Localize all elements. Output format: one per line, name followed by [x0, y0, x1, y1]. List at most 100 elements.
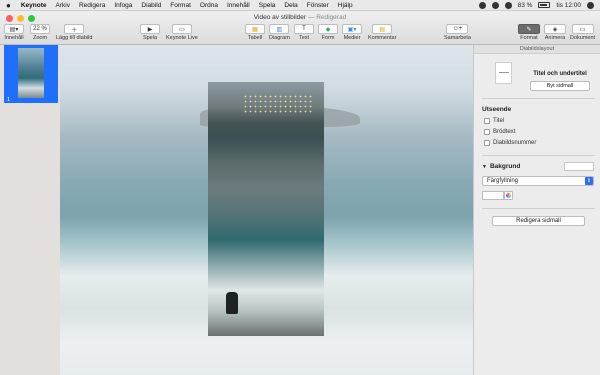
spotlight-icon[interactable] — [587, 1, 594, 9]
text-button[interactable]: T Text — [294, 24, 314, 41]
format-inspector: Diabildslayout Titel och undertitel Byt … — [473, 45, 600, 375]
document-status: — Redigerad — [307, 14, 347, 21]
document-button[interactable]: ▭ Dokument — [570, 24, 595, 41]
change-master-button[interactable]: Byt sidmall — [530, 81, 590, 91]
comment-icon: ▤ — [372, 24, 393, 34]
background-title: Bakgrund — [489, 163, 521, 170]
animate-label: Animera — [544, 35, 566, 41]
format-label: Format — [520, 35, 538, 41]
menu-redigera[interactable]: Redigera — [79, 2, 105, 9]
toolbar: Video av stillbilder — Redigerad ▤▾ Inne… — [0, 11, 600, 45]
table-label: Tabell — [247, 35, 263, 41]
apple-menu-icon[interactable]: ● — [6, 1, 11, 10]
plus-icon: ＋ — [64, 24, 85, 34]
appearance-title: Utseende — [482, 106, 512, 113]
slide-navigator: 1 — [0, 45, 60, 375]
fill-type-value: Färgfyllning — [487, 178, 519, 184]
paintbrush-icon: ✎ — [518, 24, 540, 34]
slide-number: 1 — [7, 97, 11, 103]
record-icon[interactable] — [478, 1, 486, 9]
chart-icon: ▥ — [269, 24, 290, 34]
zoom-label: Zoom — [32, 35, 48, 41]
animate-button[interactable]: ◈ Animera — [544, 24, 566, 41]
sidebar-icon: ▤▾ — [4, 24, 24, 34]
color-wheel-icon — [506, 193, 511, 198]
menu-innehall[interactable]: Innehåll — [227, 2, 250, 9]
slide-number-checkbox-row[interactable]: Diabildsnummer — [484, 140, 536, 146]
clock[interactable]: tis 12:00 — [556, 2, 581, 9]
menu-format[interactable]: Format — [170, 2, 191, 9]
window-title: Video av stillbilder — Redigerad — [0, 14, 600, 21]
slide-number-checkbox[interactable] — [484, 140, 490, 146]
view-label: Innehåll — [4, 35, 24, 41]
slide-canvas[interactable] — [60, 45, 473, 375]
comment-button[interactable]: ▤ Kommentar — [368, 24, 396, 41]
zoom-value: 22 % — [30, 24, 50, 34]
play-label: Spela — [142, 35, 158, 41]
title-checkbox[interactable] — [484, 118, 490, 124]
play-icon: ▶ — [140, 24, 160, 34]
menu-hjalp[interactable]: Hjälp — [338, 2, 353, 9]
menu-fonster[interactable]: Fönster — [307, 2, 329, 9]
menu-ordna[interactable]: Ordna — [200, 2, 218, 9]
menu-diabild[interactable]: Diabild — [141, 2, 161, 9]
add-slide-label: Lägg till diabild — [56, 35, 93, 41]
body-checkbox-row[interactable]: Brödtext — [484, 129, 515, 135]
media-icon: ▣▾ — [342, 24, 362, 34]
fill-color-well[interactable] — [482, 191, 504, 200]
background-disclosure[interactable]: ▼ Bakgrund — [482, 163, 520, 170]
background-color-swatch[interactable] — [564, 162, 594, 171]
menu-bar: ● Keynote Arkiv Redigera Infoga Diabild … — [0, 0, 600, 11]
add-slide-button[interactable]: ＋ Lägg till diabild — [56, 24, 92, 41]
title-checkbox-label: Titel — [493, 118, 505, 124]
layout-preview-thumbnail — [495, 62, 512, 84]
battery-percent: 83 % — [517, 1, 533, 9]
menu-dela[interactable]: Dela — [284, 2, 297, 9]
title-checkbox-row[interactable]: Titel — [484, 118, 504, 124]
document-title: Video av stillbilder — [253, 14, 307, 21]
shape-icon: ◆ — [318, 24, 338, 34]
media-label: Medier — [343, 35, 361, 41]
color-wheel-button[interactable] — [504, 191, 513, 200]
divider — [482, 98, 595, 99]
inspector-header: Diabildslayout — [474, 45, 600, 54]
collaborate-label: Samarbeta — [444, 35, 471, 41]
menu-infoga[interactable]: Infoga — [114, 2, 132, 9]
keynote-live-button[interactable]: ▭ Keynote Live — [166, 24, 198, 41]
table-icon: ▦ — [245, 24, 265, 34]
format-button[interactable]: ✎ Format — [518, 24, 540, 41]
menu-app-name[interactable]: Keynote — [21, 2, 47, 9]
view-button[interactable]: ▤▾ Innehåll — [4, 24, 24, 41]
table-button[interactable]: ▦ Tabell — [245, 24, 265, 41]
chart-button[interactable]: ▥ Diagram — [269, 24, 290, 41]
surfer-image — [226, 292, 238, 314]
battery-icon[interactable] — [538, 2, 551, 8]
text-icon: T — [294, 24, 314, 34]
document-label: Dokument — [570, 35, 596, 41]
bluetooth-icon[interactable] — [491, 1, 499, 9]
edit-master-button[interactable]: Redigera sidmall — [492, 216, 585, 226]
slide-thumbnail-selected[interactable]: 1 — [4, 45, 58, 103]
menu-spela[interactable]: Spela — [259, 2, 276, 9]
animate-icon: ◈ — [544, 24, 566, 34]
collaborate-icon: ☺+ — [446, 24, 469, 34]
keynote-live-icon: ▭ — [171, 24, 192, 34]
divider — [482, 155, 595, 156]
shape-button[interactable]: ◆ Form — [318, 24, 338, 41]
body-checkbox[interactable] — [484, 129, 490, 135]
status-area: 83 % tis 12:00 — [478, 1, 594, 9]
text-label: Text — [298, 35, 310, 41]
slide[interactable] — [208, 82, 324, 336]
play-button[interactable]: ▶ Spela — [140, 24, 160, 41]
zoom-button[interactable]: 22 % Zoom — [30, 24, 50, 41]
disclosure-triangle-icon[interactable]: ▼ — [482, 164, 487, 170]
wifi-icon[interactable] — [504, 1, 512, 9]
menu-arkiv[interactable]: Arkiv — [56, 2, 70, 9]
slide-number-checkbox-label: Diabildsnummer — [493, 140, 537, 146]
collaborate-button[interactable]: ☺+ Samarbeta — [444, 24, 471, 41]
fill-type-select[interactable]: Färgfyllning ⇕ — [482, 176, 594, 186]
media-button[interactable]: ▣▾ Medier — [342, 24, 362, 41]
chart-label: Diagram — [269, 35, 290, 41]
document-icon: ▭ — [571, 24, 594, 34]
divider — [482, 208, 595, 209]
